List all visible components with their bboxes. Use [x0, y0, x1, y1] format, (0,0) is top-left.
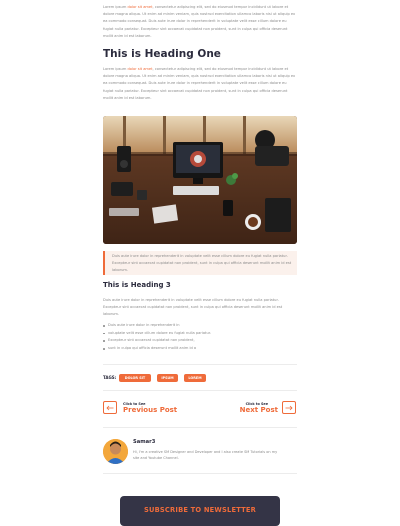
previous-post-link[interactable]: Previous Post [123, 406, 177, 415]
second-section: Lorem ipsum dolor sit amet, consectetur … [103, 66, 297, 102]
divider [103, 473, 297, 474]
blockquote: Duis aute irure dolor in reprehenderit i… [103, 251, 297, 275]
intro-rest-text: , consectetur adipiscing elit, sed do ei… [103, 5, 296, 38]
intro-paragraph: Lorem ipsum dolor sit amet, consectetur … [103, 4, 297, 40]
desk-photo [103, 116, 297, 244]
list-item: voluptate velit esse cillum dolore eu fu… [103, 330, 297, 338]
arrow-left-icon [106, 405, 114, 410]
heading-one-wrap: This is Heading One [103, 48, 297, 61]
author-avatar [103, 439, 128, 464]
intro-lead-text: Lorem ipsum [103, 5, 127, 9]
tag-ipsum[interactable]: IPSUM [157, 374, 178, 382]
bullet-list-wrap: Duis aute irure dolor in reprehenderit i… [103, 322, 297, 352]
divider [103, 364, 297, 365]
tag-lorem[interactable]: LOREM [184, 374, 206, 382]
intro-highlight-link[interactable]: dolor sit amet [127, 5, 152, 9]
subscribe-newsletter-button[interactable]: SUBSCRIBE TO NEWSLETTER [120, 496, 280, 526]
next-post-button[interactable] [282, 401, 296, 414]
tag-dolor-sit[interactable]: DOLOR SIT [119, 374, 151, 382]
third-section: Duis aute irure dolor in reprehenderit i… [103, 297, 297, 319]
desk-photo-illustration [103, 116, 297, 244]
avatar-image [103, 439, 128, 464]
bullet-list: Duis aute irure dolor in reprehenderit i… [103, 322, 297, 352]
blockquote-text: Duis aute irure dolor in reprehenderit i… [112, 254, 292, 272]
second-paragraph: Lorem ipsum dolor sit amet, consectetur … [103, 66, 297, 102]
heading-three-wrap: This is Heading 3 [103, 281, 297, 290]
subscribe-newsletter-label: SUBSCRIBE TO NEWSLETTER [143, 506, 257, 514]
list-item: sunt in culpa qui officia deserunt molli… [103, 345, 297, 353]
divider [103, 390, 297, 391]
divider [103, 427, 297, 428]
intro-section: Lorem ipsum dolor sit amet, consectetur … [103, 4, 297, 40]
blog-post-page: { "intro_paragraph": { "lead": "Lorem ip… [0, 0, 400, 526]
second-highlight-link[interactable]: dolor sit amet [127, 67, 152, 71]
author-name: Samar3 [133, 439, 156, 445]
second-lead-text: Lorem ipsum [103, 67, 127, 71]
second-rest-text: , consectetur adipiscing elit, sed do ei… [103, 67, 296, 100]
list-item: Excepteur sint occaecat cupidatat non pr… [103, 337, 297, 345]
arrow-right-icon [285, 405, 293, 410]
heading-one: This is Heading One [103, 48, 221, 60]
next-post-link[interactable]: Next Post [240, 406, 278, 415]
previous-post-button[interactable] [103, 401, 117, 414]
author-bio: Hi, I'm a creative SM Designer and Devel… [133, 450, 278, 460]
heading-three: This is Heading 3 [103, 281, 171, 289]
list-item: Duis aute irure dolor in reprehenderit i… [103, 322, 297, 330]
third-paragraph: Duis aute irure dolor in reprehenderit i… [103, 298, 283, 317]
tags-label: TAGS: [103, 375, 117, 380]
